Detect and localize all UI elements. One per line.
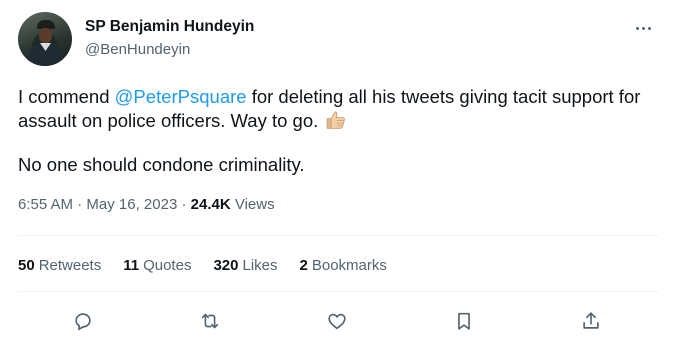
views-label: Views: [234, 196, 275, 213]
mention-link[interactable]: @PeterPsquare: [115, 86, 247, 107]
bookmarks-stat[interactable]: 2 Bookmarks: [300, 257, 387, 274]
tweet-paragraph-2: No one should condone criminality.: [18, 154, 305, 175]
likes-label: Likes: [242, 257, 278, 274]
avatar[interactable]: [18, 12, 72, 66]
divider: [18, 235, 659, 236]
bookmark-button[interactable]: [449, 306, 479, 336]
quotes-label: Quotes: [143, 257, 192, 274]
bookmarks-label: Bookmarks: [311, 257, 387, 274]
retweet-icon: [201, 313, 219, 329]
retweets-count: 50: [18, 257, 35, 274]
retweets-stat[interactable]: 50 Retweets: [18, 257, 101, 274]
more-dot: [647, 26, 651, 30]
tweet-text-before: I commend: [18, 86, 115, 107]
quotes-stat[interactable]: 11 Quotes: [123, 257, 191, 274]
author-handle[interactable]: @BenHundeyin: [85, 41, 190, 58]
divider: [18, 291, 659, 292]
retweets-label: Retweets: [38, 257, 102, 274]
like-icon: [328, 313, 346, 330]
engagement-stats: 50 Retweets 11 Quotes 320 Likes 2 Bookmarks: [18, 257, 387, 274]
more-dot: [641, 26, 645, 30]
tweet-paragraph-1: I commend @PeterPsquare for deleting all…: [18, 85, 663, 133]
like-button[interactable]: [322, 306, 352, 336]
bookmark-icon: [458, 312, 470, 330]
action-bar: [0, 306, 677, 336]
more-options-icon[interactable]: [631, 18, 655, 38]
author-name[interactable]: SP Benjamin Hundeyin: [85, 18, 254, 36]
likes-count: 320: [213, 257, 239, 274]
views-count: 24.4K: [190, 196, 231, 213]
likes-stat[interactable]: 320 Likes: [213, 257, 277, 274]
more-dot: [635, 26, 639, 30]
meta-separator: ·: [181, 196, 187, 213]
tweet-meta: 6:55 AM · May 16, 2023 · 24.4K Views: [18, 196, 275, 213]
share-button[interactable]: [576, 306, 606, 336]
retweet-button[interactable]: [195, 306, 225, 336]
share-icon: [583, 312, 599, 329]
tweet-date[interactable]: May 16, 2023: [86, 196, 177, 213]
meta-separator: ·: [77, 196, 83, 213]
tweet-text: I commend @PeterPsquare for deleting all…: [18, 85, 663, 177]
reply-button[interactable]: [68, 306, 98, 336]
quotes-count: 11: [123, 257, 140, 274]
avatar-face: [39, 28, 52, 43]
tweet-time[interactable]: 6:55 AM: [18, 196, 73, 213]
reply-icon: [75, 313, 91, 331]
bookmarks-count: 2: [299, 257, 308, 274]
thumbs-up-icon: [327, 111, 346, 129]
